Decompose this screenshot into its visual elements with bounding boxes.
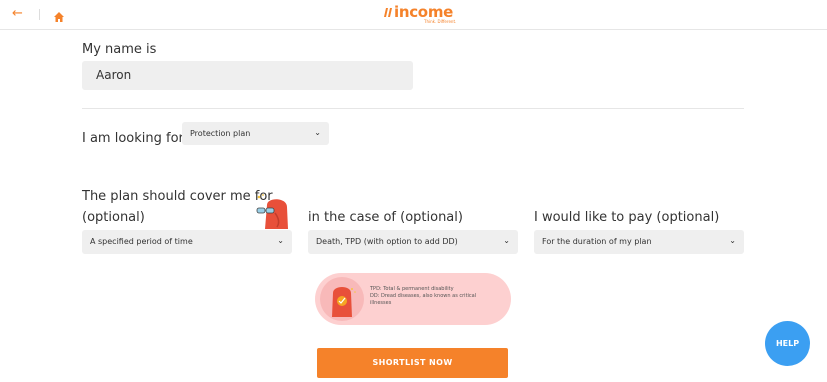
section-divider [82, 108, 744, 109]
character-with-glasses-icon [253, 193, 293, 231]
home-icon[interactable] [53, 8, 65, 22]
tpd-definition: TPD: Total & permanent disability [370, 286, 454, 292]
case-select[interactable]: Death, TPD (with option to add DD) ⌄ [308, 230, 518, 254]
looking-for-label: I am looking for a [82, 131, 196, 146]
chevron-down-icon: ⌄ [314, 128, 321, 137]
shortlist-now-button[interactable]: SHORTLIST NOW [317, 348, 508, 378]
dd-definition-cont: illnesses [370, 300, 392, 306]
cover-optional-label: (optional) [82, 210, 145, 225]
cover-period-select[interactable]: A specified period of time ⌄ [82, 230, 292, 254]
cover-label: The plan should cover me for [82, 189, 273, 204]
plan-type-value: Protection plan [190, 129, 251, 138]
top-bar: ← income Think. Different. [0, 0, 827, 30]
chevron-down-icon: ⌄ [503, 236, 510, 245]
pay-duration-select[interactable]: For the duration of my plan ⌄ [534, 230, 744, 254]
dd-definition: DD: Dread diseases, also known as critic… [370, 293, 477, 299]
logo-tagline: Think. Different. [424, 19, 457, 24]
definitions-info-box: TPD: Total & permanent disability DD: Dr… [315, 273, 511, 325]
pay-label: I would like to pay (optional) [534, 210, 720, 225]
cover-period-value: A specified period of time [90, 237, 193, 246]
pay-duration-value: For the duration of my plan [542, 237, 652, 246]
logo[interactable]: income Think. Different. [382, 3, 456, 27]
case-value: Death, TPD (with option to add DD) [316, 237, 458, 246]
name-label: My name is [82, 42, 157, 57]
chevron-down-icon: ⌄ [277, 236, 284, 245]
name-input[interactable]: Aaron [82, 61, 413, 90]
case-label: in the case of (optional) [308, 210, 463, 225]
plan-type-select[interactable]: Protection plan ⌄ [182, 122, 329, 145]
divider [39, 9, 40, 20]
logo-mark-icon [384, 8, 392, 17]
back-arrow-icon[interactable]: ← [12, 6, 23, 22]
character-avatar-icon [320, 277, 364, 321]
chevron-down-icon: ⌄ [729, 236, 736, 245]
help-button[interactable]: HELP [765, 321, 810, 366]
